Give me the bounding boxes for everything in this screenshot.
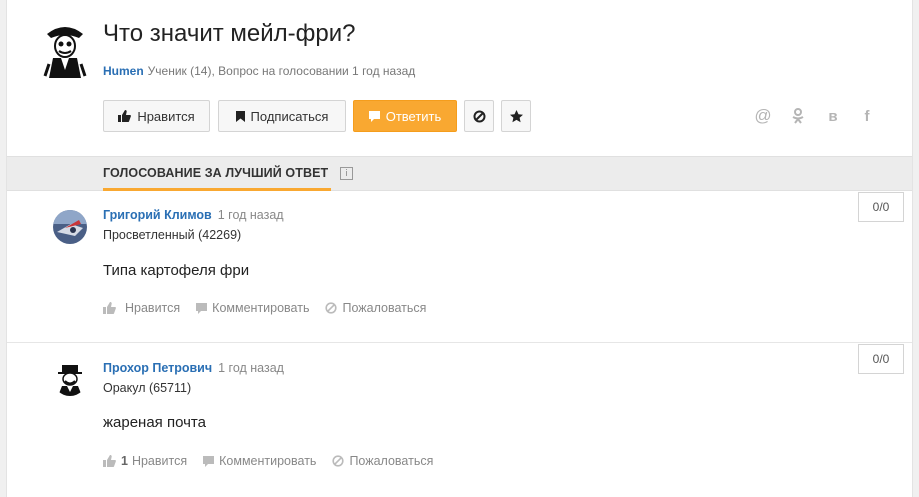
answer-time: 1 год назад bbox=[218, 361, 284, 375]
question-card: Что значит мейл-фри? Humen Ученик (14), В… bbox=[6, 0, 913, 497]
answer-button-label: Ответить bbox=[385, 108, 442, 124]
answer-author-avatar[interactable] bbox=[53, 210, 87, 244]
block-icon bbox=[325, 302, 338, 314]
block-button[interactable] bbox=[464, 100, 494, 132]
question-title: Что значит мейл-фри? bbox=[103, 20, 356, 47]
answer-actions: Нравится Комментировать Пожаловаться bbox=[103, 301, 442, 315]
facebook-share-icon[interactable]: f bbox=[857, 106, 877, 126]
tab-best-answer-voting[interactable]: ГОЛОСОВАНИЕ ЗА ЛУЧШИЙ ОТВЕТ bbox=[103, 157, 328, 191]
star-icon bbox=[509, 109, 523, 122]
answer-vote-score[interactable]: 0/0 bbox=[858, 192, 904, 222]
active-tab-indicator bbox=[103, 188, 331, 191]
odnoklassniki-share-icon[interactable] bbox=[788, 106, 808, 126]
favorite-button[interactable] bbox=[501, 100, 531, 132]
answer-report-button[interactable]: Пожаловаться bbox=[332, 454, 433, 468]
question-meta-text: Ученик (14), Вопрос на голосовании 1 год… bbox=[147, 64, 416, 78]
answer-author-line: Григорий Климов 1 год назад bbox=[103, 208, 284, 222]
question-author-link[interactable]: Humen bbox=[103, 64, 144, 78]
thumbs-up-icon bbox=[103, 455, 116, 467]
answer-like-label: Нравится bbox=[125, 301, 181, 315]
question-author-avatar[interactable] bbox=[43, 20, 87, 80]
block-icon bbox=[332, 455, 345, 467]
subscribe-button[interactable]: Подписаться bbox=[218, 100, 346, 132]
answer-author-avatar[interactable] bbox=[53, 362, 87, 396]
answer-divider bbox=[7, 342, 912, 343]
vk-share-icon[interactable]: в bbox=[823, 106, 843, 126]
answer-author-line: Прохор Петрович 1 год назад bbox=[103, 361, 284, 375]
answer-like-count: 1 bbox=[121, 454, 128, 468]
answer-author-name[interactable]: Григорий Климов bbox=[103, 208, 212, 222]
answer-time: 1 год назад bbox=[217, 208, 284, 222]
answer-like-button[interactable]: Нравится bbox=[103, 301, 180, 315]
like-button-label: Нравится bbox=[137, 108, 195, 124]
question-meta: Humen Ученик (14), Вопрос на голосовании … bbox=[103, 64, 415, 78]
subscribe-button-label: Подписаться bbox=[250, 108, 329, 124]
comment-icon bbox=[196, 302, 208, 314]
answer-author-rank: Оракул (65711) bbox=[103, 381, 192, 395]
answer-comment-button[interactable]: Комментировать bbox=[196, 301, 309, 315]
block-icon bbox=[473, 110, 485, 122]
info-icon[interactable]: i bbox=[340, 167, 353, 180]
answer-actions: 1 Нравится Комментировать Пожаловаться bbox=[103, 454, 449, 468]
page: Что значит мейл-фри? Humen Ученик (14), В… bbox=[0, 0, 919, 497]
answer-text: жареная почта bbox=[103, 414, 206, 431]
answer-comment-button[interactable]: Комментировать bbox=[203, 454, 316, 468]
bookmark-icon bbox=[235, 110, 245, 122]
share-bar: @ в f bbox=[753, 106, 883, 126]
answer-vote-score[interactable]: 0/0 bbox=[858, 344, 904, 374]
answer-report-button[interactable]: Пожаловаться bbox=[325, 301, 426, 315]
answer-like-label: Нравится bbox=[131, 454, 188, 468]
answers-tabbar: ГОЛОСОВАНИЕ ЗА ЛУЧШИЙ ОТВЕТ i bbox=[7, 156, 912, 191]
answer-report-label: Пожаловаться bbox=[342, 301, 427, 315]
answer-button[interactable]: Ответить bbox=[353, 100, 457, 132]
answer-author-name[interactable]: Прохор Петрович bbox=[103, 361, 212, 375]
answer-author-rank: Просветленный (42269) bbox=[103, 228, 242, 242]
comment-icon bbox=[203, 455, 215, 467]
answer-like-button[interactable]: 1 Нравится bbox=[103, 454, 187, 468]
answer-comment-label: Комментировать bbox=[219, 454, 317, 468]
thumbs-up-icon bbox=[118, 110, 132, 122]
answer-text: Типа картофеля фри bbox=[103, 262, 250, 279]
thumbs-up-icon bbox=[103, 302, 116, 314]
like-button[interactable]: Нравится bbox=[103, 100, 210, 132]
answer-report-label: Пожаловаться bbox=[349, 454, 434, 468]
answer-comment-label: Комментировать bbox=[212, 301, 310, 315]
comment-icon bbox=[368, 110, 380, 122]
mail-share-icon[interactable]: @ bbox=[753, 106, 773, 126]
